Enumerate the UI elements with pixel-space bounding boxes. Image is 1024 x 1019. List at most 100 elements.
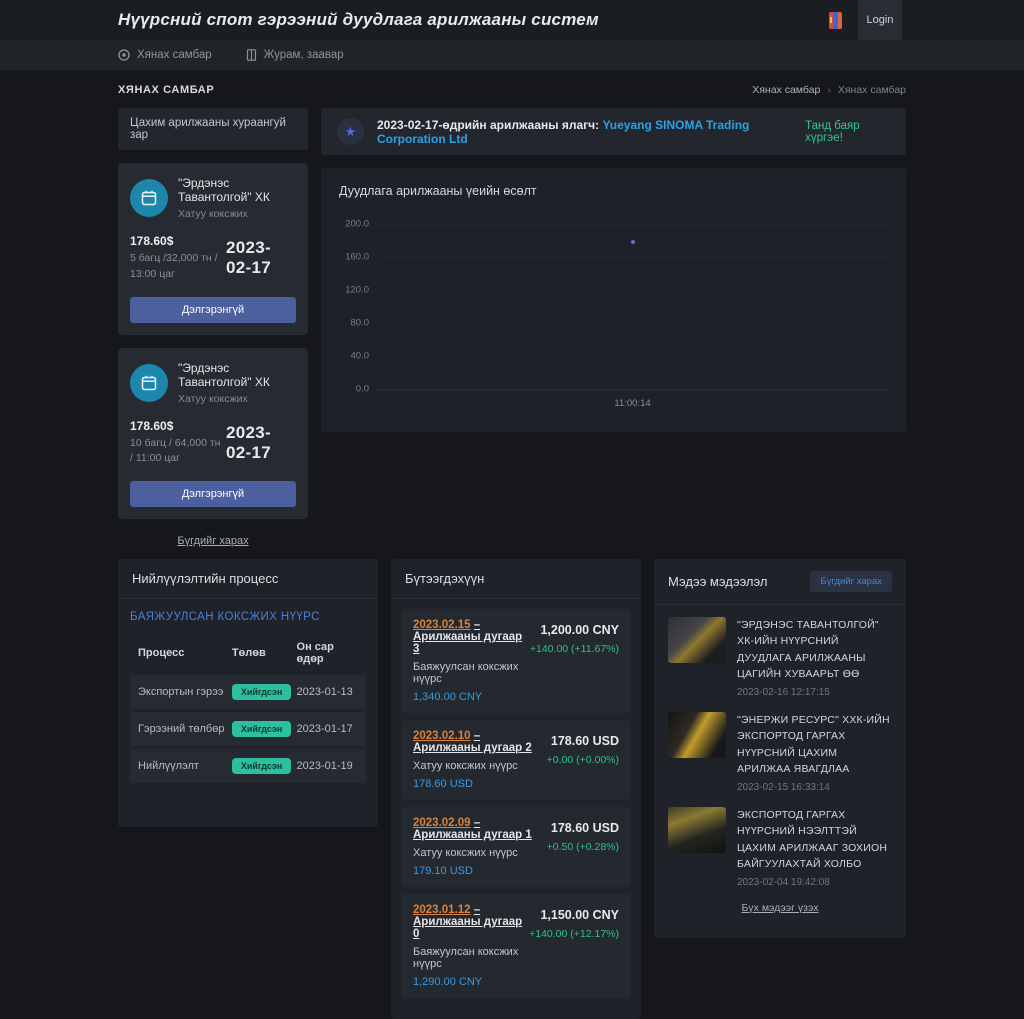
news-thumbnail bbox=[668, 807, 726, 853]
product-link[interactable]: 2023.02.09 – Арилжааны дугаар 1 bbox=[413, 817, 541, 841]
status-badge: Хийгдсэн bbox=[232, 684, 291, 700]
view-all-auctions-link[interactable]: Бүгдийг харах bbox=[118, 535, 308, 547]
auction-coal-type: Хатуу коксжих bbox=[178, 393, 296, 405]
table-row: Гэрээний төлбөр Хийгдсэн 2023-01-17 bbox=[130, 712, 366, 746]
congrats-text: Танд баяр хүргэе! bbox=[805, 120, 890, 144]
product-name: Баяжуулсан коксжих нүүрс bbox=[413, 946, 523, 970]
auction-detail: 10 багц / 64,000 тн / 11:00 цаг bbox=[130, 436, 226, 468]
products-panel: Бүтээгдэхүүн 2023.02.15 – Арилжааны дуга… bbox=[391, 559, 641, 1019]
product-price: 1,150.00 CNY bbox=[529, 908, 619, 922]
y-axis-tick: 0.0 bbox=[339, 384, 369, 395]
process-name: Гэрээний төлбөр bbox=[138, 723, 232, 735]
auction-date: 2023-02-17 bbox=[226, 238, 296, 278]
y-axis-tick: 120.0 bbox=[339, 285, 369, 296]
main-nav: Хянах самбар Журам, заавар bbox=[0, 40, 1024, 70]
y-axis-tick: 80.0 bbox=[339, 318, 369, 329]
calendar-icon bbox=[130, 179, 168, 217]
product-price: 1,200.00 CNY bbox=[530, 623, 619, 637]
product-start-price: 1,340.00 CNY bbox=[413, 691, 524, 703]
process-table-header: Процесс Төлөв Он сар өдөр bbox=[130, 635, 366, 675]
news-panel: Мэдээ мэдээлэл Бүгдийг харах "ЭРДЭНЭС ТА… bbox=[654, 559, 906, 938]
y-axis-tick: 200.0 bbox=[339, 219, 369, 230]
page-title: ХЯНАХ САМБАР bbox=[118, 84, 214, 96]
mongolian-flag-icon[interactable] bbox=[829, 12, 842, 29]
login-button[interactable]: Login bbox=[858, 0, 902, 40]
star-icon: ★ bbox=[337, 118, 364, 145]
breadcrumb: Хянах самбар › Хянах самбар bbox=[752, 84, 906, 96]
product-name: Хатуу коксжих нүүрс bbox=[413, 847, 541, 859]
x-axis-line bbox=[377, 389, 888, 390]
list-item[interactable]: ЭКСПОРТОД ГАРГАХ НҮҮРСНИЙ НЭЭЛТТЭЙ ЦАХИМ… bbox=[668, 807, 892, 888]
process-name: Нийлүүлэлт bbox=[138, 760, 232, 772]
nav-item-rules[interactable]: Журам, заавар bbox=[246, 49, 344, 61]
product-price: 178.60 USD bbox=[547, 821, 619, 835]
breadcrumb-item-current: Хянах самбар bbox=[838, 84, 906, 96]
summary-ads-header: Цахим арилжааны хураангуй зар bbox=[118, 108, 308, 150]
nav-item-dashboard[interactable]: Хянах самбар bbox=[118, 49, 212, 61]
chart-title: Дуудлага арилжааны үеийн өсөлт bbox=[339, 184, 888, 198]
x-axis-tick: 11:00:14 bbox=[614, 398, 650, 409]
auction-card: "Эрдэнэс Тавантолгой" ХК Хатуу коксжих 1… bbox=[118, 348, 308, 520]
auction-detail: 5 багц /32,000 тн / 13:00 цаг bbox=[130, 251, 226, 283]
product-start-price: 179.10 USD bbox=[413, 865, 541, 877]
coal-type-link[interactable]: БАЯЖУУЛСАН КОКСЖИХ НҮҮРС bbox=[130, 611, 366, 623]
app-title: Нүүрсний спот гэрээний дуудлага арилжаан… bbox=[118, 10, 599, 30]
calendar-icon bbox=[130, 364, 168, 402]
list-item[interactable]: "ЭРДЭНЭС ТАВАНТОЛГОЙ" ХК-ИЙН НҮҮРСНИЙ ДУ… bbox=[668, 617, 892, 698]
supply-process-panel: Нийлүүлэлтийн процесс БАЯЖУУЛСАН КОКСЖИХ… bbox=[118, 559, 378, 827]
news-timestamp: 2023-02-15 16:33:14 bbox=[737, 782, 892, 793]
list-item: 2023.02.10 – Арилжааны дугаар 2 Хатуу ко… bbox=[401, 720, 631, 800]
right-column: ★ 2023-02-17-өдрийн арилжааны ялагч: Yue… bbox=[321, 108, 906, 547]
product-link[interactable]: 2023.02.15 – Арилжааны дугаар 3 bbox=[413, 619, 524, 655]
list-item: 2023.02.15 – Арилжааны дугаар 3 Баяжуулс… bbox=[401, 609, 631, 713]
product-change: +0.00 (+0.00%) bbox=[547, 754, 619, 766]
product-change: +140.00 (+11.67%) bbox=[530, 643, 619, 655]
product-start-price: 178.60 USD bbox=[413, 778, 541, 790]
nav-item-label: Журам, заавар bbox=[264, 49, 344, 61]
product-name: Хатуу коксжих нүүрс bbox=[413, 760, 541, 772]
news-thumbnail bbox=[668, 712, 726, 758]
news-thumbnail bbox=[668, 617, 726, 663]
app-header: Нүүрсний спот гэрээний дуудлага арилжаан… bbox=[0, 0, 1024, 40]
details-button[interactable]: Дэлгэрэнгүй bbox=[130, 481, 296, 507]
process-table: Процесс Төлөв Он сар өдөр Экспортын гэрэ… bbox=[130, 635, 366, 783]
document-icon bbox=[246, 49, 257, 61]
nav-item-label: Хянах самбар bbox=[137, 49, 212, 61]
auction-price: 178.60$ bbox=[130, 419, 226, 433]
list-item[interactable]: "ЭНЕРЖИ РЕСУРС" ХХК-ИЙН ЭКСПОРТОД ГАРГАХ… bbox=[668, 712, 892, 793]
process-date: 2023-01-13 bbox=[297, 686, 358, 698]
auction-company: "Эрдэнэс Тавантолгой" ХК bbox=[178, 361, 296, 389]
product-link[interactable]: 2023.01.12 – Арилжааны дугаар 0 bbox=[413, 904, 523, 940]
product-date: 2023.02.15 bbox=[413, 619, 471, 631]
view-all-news-link[interactable]: Бүх мэдээг үзэх bbox=[668, 902, 892, 914]
news-headline: "ЭНЕРЖИ РЕСУРС" ХХК-ИЙН ЭКСПОРТОД ГАРГАХ… bbox=[737, 712, 892, 777]
y-axis-tick: 40.0 bbox=[339, 351, 369, 362]
status-badge: Хийгдсэн bbox=[232, 758, 291, 774]
product-date: 2023.01.12 bbox=[413, 904, 471, 916]
product-change: +0.50 (+0.28%) bbox=[547, 841, 619, 853]
gridline bbox=[377, 356, 888, 357]
supply-process-title: Нийлүүлэлтийн процесс bbox=[118, 559, 378, 599]
left-column: Цахим арилжааны хураангуй зар "Эрдэнэс Т… bbox=[118, 108, 308, 547]
news-view-all-button[interactable]: Бүгдийг харах bbox=[810, 571, 892, 592]
gridline bbox=[377, 224, 888, 225]
news-headline: ЭКСПОРТОД ГАРГАХ НҮҮРСНИЙ НЭЭЛТТЭЙ ЦАХИМ… bbox=[737, 807, 892, 872]
status-badge: Хийгдсэн bbox=[232, 721, 291, 737]
auction-date: 2023-02-17 bbox=[226, 423, 296, 463]
product-link[interactable]: 2023.02.10 – Арилжааны дугаар 2 bbox=[413, 730, 541, 754]
auction-card: "Эрдэнэс Тавантолгой" ХК Хатуу коксжих 1… bbox=[118, 163, 308, 335]
list-item: 2023.02.09 – Арилжааны дугаар 1 Хатуу ко… bbox=[401, 807, 631, 887]
process-name: Экспортын гэрээ bbox=[138, 686, 232, 698]
breadcrumb-item[interactable]: Хянах самбар bbox=[752, 84, 820, 96]
details-button[interactable]: Дэлгэрэнгүй bbox=[130, 297, 296, 323]
process-date: 2023-01-19 bbox=[297, 760, 358, 772]
auction-growth-chart-panel: Дуудлага арилжааны үеийн өсөлт 200.0 160… bbox=[321, 168, 906, 432]
chevron-right-icon: › bbox=[827, 84, 831, 96]
news-title: Мэдээ мэдээлэл bbox=[668, 574, 767, 589]
gridline bbox=[377, 323, 888, 324]
list-item: 2023.01.12 – Арилжааны дугаар 0 Баяжуулс… bbox=[401, 894, 631, 998]
product-start-price: 1,290.00 CNY bbox=[413, 976, 523, 988]
product-change: +140.00 (+12.17%) bbox=[529, 928, 619, 940]
news-headline: "ЭРДЭНЭС ТАВАНТОЛГОЙ" ХК-ИЙН НҮҮРСНИЙ ДУ… bbox=[737, 617, 892, 682]
table-row: Экспортын гэрээ Хийгдсэн 2023-01-13 bbox=[130, 675, 366, 709]
